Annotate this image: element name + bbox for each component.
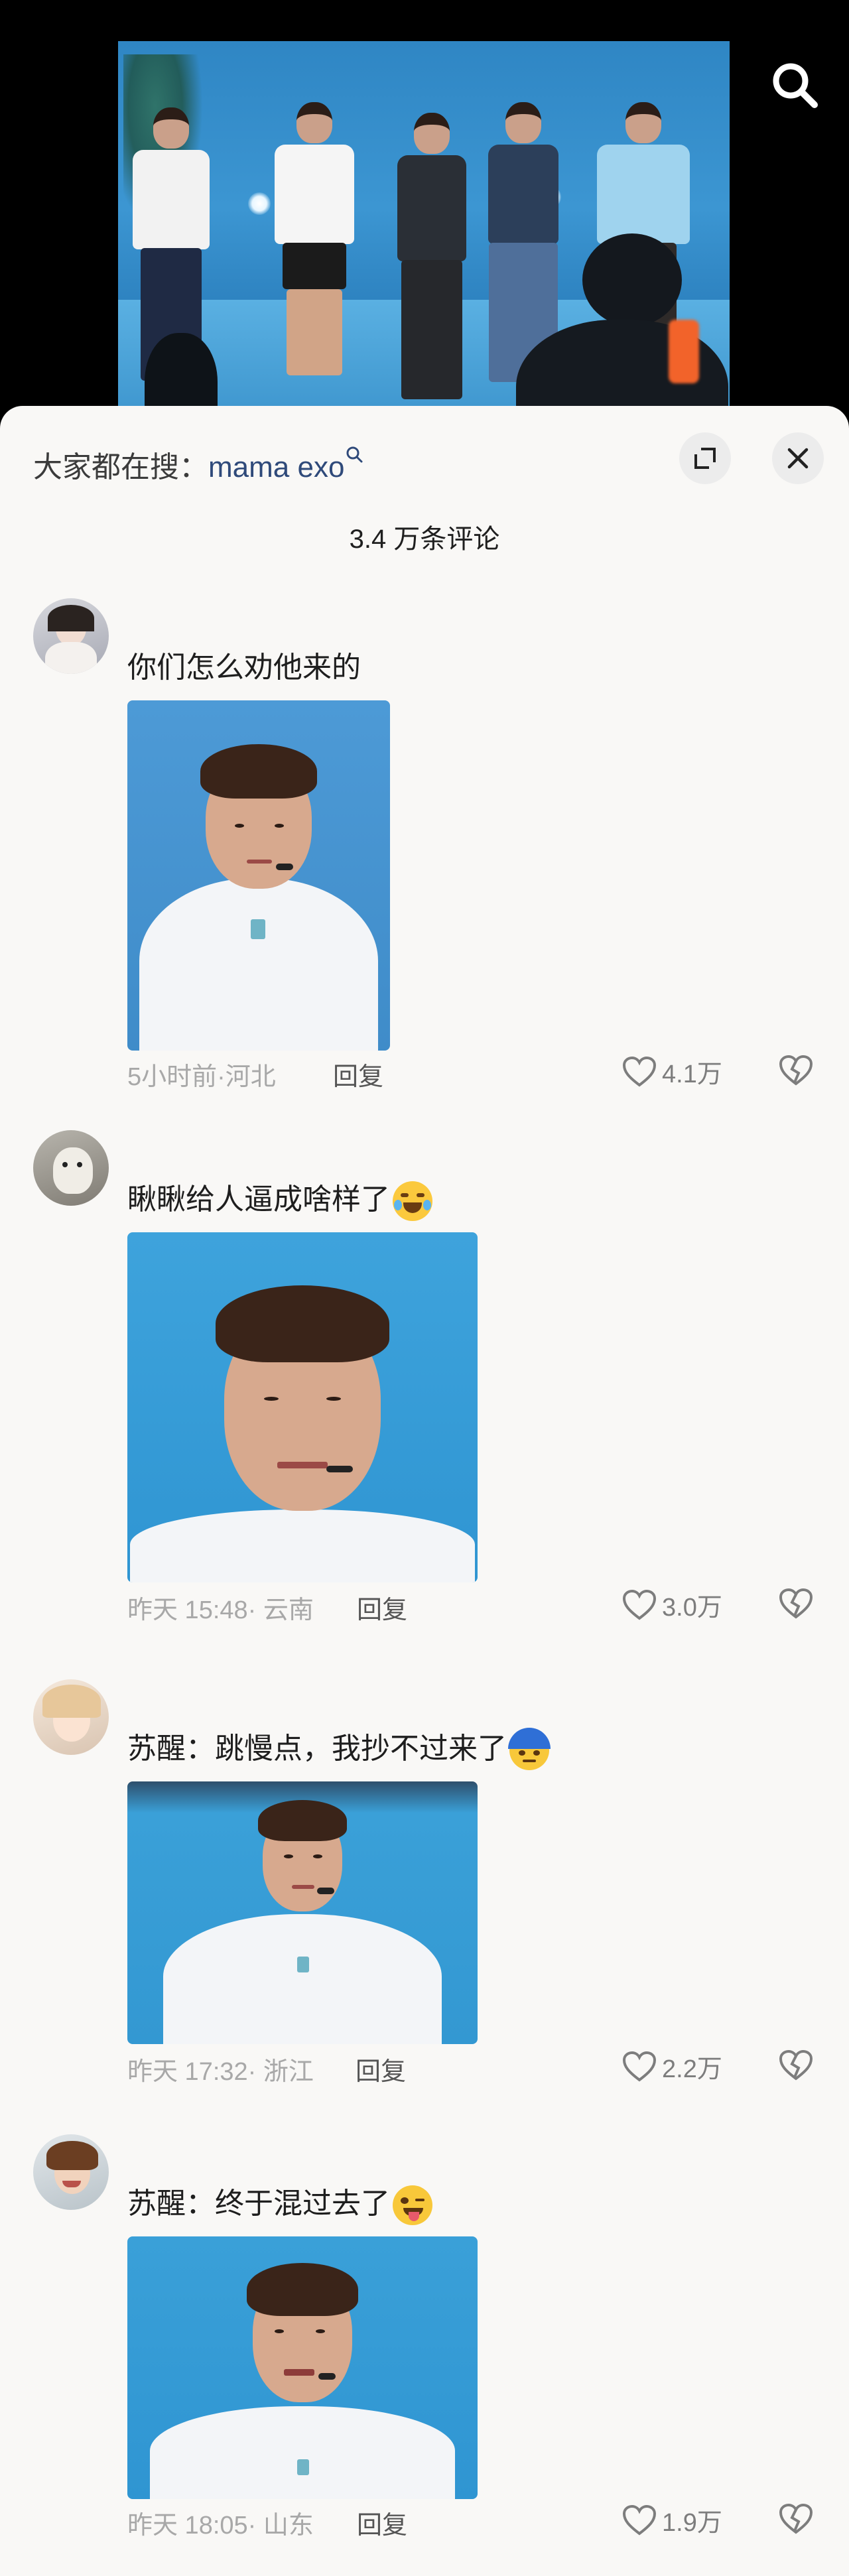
comment-text: 瞅瞅给人逼成啥样了: [127, 1175, 432, 1222]
dislike-button[interactable]: [779, 1055, 813, 1090]
comment-text-content: 苏醒：终于混过去了: [127, 2187, 390, 2220]
close-icon: [787, 448, 809, 469]
comment-text-content: 瞅瞅给人逼成啥样了: [127, 1183, 390, 1216]
dislike-button[interactable]: [779, 2049, 813, 2085]
broken-heart-icon: [779, 2503, 813, 2534]
crying-laughing-emoji: [393, 1181, 432, 1222]
like-button[interactable]: 2.2万: [622, 2048, 722, 2085]
avatar[interactable]: [33, 598, 109, 674]
heart-icon: [622, 2504, 657, 2536]
like-count: 4.1万: [662, 1061, 722, 1088]
video-player[interactable]: [0, 0, 849, 438]
heart-icon: [622, 2051, 657, 2082]
search-suggestion-prefix: 大家都在搜：: [33, 451, 208, 483]
broken-heart-icon: [779, 2049, 813, 2081]
reply-button[interactable]: 回复: [357, 1589, 407, 1626]
avatar[interactable]: [33, 2134, 109, 2210]
video-frame[interactable]: [118, 41, 730, 413]
audience-member: [582, 233, 682, 326]
comment-image[interactable]: [127, 2236, 478, 2499]
reply-button[interactable]: 回复: [333, 1056, 383, 1092]
comment-text: 苏醒：终于混过去了: [127, 2179, 432, 2226]
search-suggestion[interactable]: 大家都在搜：mama exo: [33, 443, 364, 485]
like-button[interactable]: 4.1万: [622, 1053, 722, 1090]
comment-item: 苏醒：终于混过去了 昨天 18:05· 山东 回复 1.9万: [0, 2134, 849, 2572]
winking-tongue-emoji: [393, 2185, 432, 2226]
like-button[interactable]: 3.0万: [622, 1586, 722, 1623]
comment-sheet: 大家都在搜：mama exo 3.4 万条评论 你们怎么劝他来的 5小时前·河北…: [0, 406, 849, 2576]
comment-item: 瞅瞅给人逼成啥样了 昨天 15:48· 云南 回复 3.0万: [0, 1130, 849, 1634]
comment-count: 3.4 万条评论: [349, 525, 500, 554]
dancer: [268, 102, 361, 387]
comment-text-content: 苏醒：跳慢点，我抄不过来了: [127, 1732, 507, 1765]
orange-light: [669, 320, 699, 383]
reply-button[interactable]: 回复: [357, 2504, 407, 2541]
search-suggestion-term[interactable]: mama exo: [208, 451, 344, 483]
comment-meta: 昨天 17:32· 浙江: [127, 2058, 314, 2086]
like-count: 1.9万: [662, 2509, 722, 2537]
comment-meta: 5小时前·河北: [127, 1063, 276, 1091]
comment-item: 你们怎么劝他来的 5小时前·河北 回复 4.1万: [0, 598, 849, 1092]
like-count: 2.2万: [662, 2055, 722, 2083]
close-button[interactable]: [772, 432, 824, 484]
sweating-emoji: [508, 1728, 551, 1771]
heart-icon: [622, 1056, 657, 1087]
comment-image[interactable]: [127, 1232, 478, 1582]
stage-light: [248, 192, 271, 215]
comment-item: 苏醒：跳慢点，我抄不过来了 昨天 17:32· 浙江 回复 2.2万: [0, 1679, 849, 2104]
heart-icon: [622, 1589, 657, 1620]
comment-meta: 昨天 15:48· 云南: [127, 1596, 314, 1624]
avatar[interactable]: [33, 1130, 109, 1206]
comment-text: 苏醒：跳慢点，我抄不过来了: [127, 1724, 551, 1771]
dislike-button[interactable]: [779, 1588, 813, 1623]
broken-heart-icon: [779, 1055, 813, 1086]
dislike-button[interactable]: [779, 2503, 813, 2538]
like-button[interactable]: 1.9万: [622, 2502, 722, 2538]
broken-heart-icon: [779, 1588, 813, 1619]
comment-image[interactable]: [127, 700, 390, 1051]
expand-icon: [694, 448, 716, 469]
like-count: 3.0万: [662, 1594, 722, 1622]
search-button[interactable]: [767, 57, 822, 113]
comment-image[interactable]: [127, 1781, 478, 2044]
search-icon: [773, 63, 818, 108]
comment-meta: 昨天 18:05· 山东: [127, 2512, 314, 2540]
reply-button[interactable]: 回复: [356, 2051, 406, 2087]
expand-button[interactable]: [679, 432, 731, 484]
avatar[interactable]: [33, 1679, 109, 1755]
comment-text: 你们怎么劝他来的: [127, 651, 361, 684]
search-icon: [346, 446, 363, 463]
dancer: [389, 113, 475, 411]
